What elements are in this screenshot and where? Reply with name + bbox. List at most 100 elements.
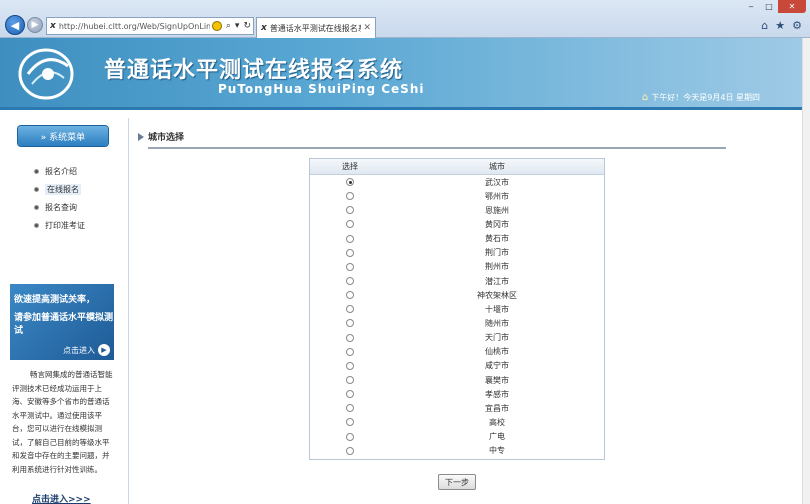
city-radio[interactable] xyxy=(346,277,354,286)
greeting: ⌂ 下午好！今天是9月4日 星期四 xyxy=(642,92,760,103)
radio-cell xyxy=(310,404,390,413)
city-radio[interactable] xyxy=(346,418,354,427)
table-row[interactable]: 宜昌市 xyxy=(310,401,604,415)
city-name: 黄冈市 xyxy=(485,219,509,229)
radio-cell xyxy=(310,361,390,370)
city-name: 恩施州 xyxy=(485,205,509,215)
browser-chrome: ◀ ▶ ⅹ http://hubei.cltt.org/Web/SignUpOn… xyxy=(0,0,810,38)
next-step-button[interactable]: 下一步 xyxy=(438,474,476,490)
table-row[interactable]: 广电 xyxy=(310,430,604,444)
security-icon[interactable] xyxy=(211,21,222,31)
table-row[interactable]: 武汉市 xyxy=(310,175,604,189)
home-icon[interactable]: ⌂ xyxy=(761,19,768,32)
city-name: 宜昌市 xyxy=(485,403,509,413)
tab-close-icon[interactable]: ✕ xyxy=(363,23,371,33)
table-row[interactable]: 恩施州 xyxy=(310,203,604,217)
table-row[interactable]: 十堰市 xyxy=(310,302,604,316)
table-row[interactable]: 孝感市 xyxy=(310,387,604,401)
city-radio[interactable] xyxy=(346,234,354,243)
sidebar-item-intro[interactable]: 报名介绍 xyxy=(34,162,85,180)
menu-header: » 系统菜单 xyxy=(18,126,108,146)
address-url[interactable]: http://hubei.cltt.org/Web/SignUpOnLine/S… xyxy=(59,22,210,31)
radio-cell xyxy=(310,277,390,286)
city-name: 荆州市 xyxy=(485,262,509,272)
city-radio[interactable] xyxy=(346,361,354,370)
table-row[interactable]: 潜江市 xyxy=(310,274,604,288)
section-title: 城市选择 xyxy=(148,133,185,143)
sidebar-description: 畅言网集成的普通话智能评测技术已经成功运用于上海、安徽等多个省市的普通话水平测试… xyxy=(12,370,113,474)
table-row[interactable]: 神农架林区 xyxy=(310,288,604,302)
promo-line-2: 请参加普通话水平模拟测试 xyxy=(14,313,114,336)
table-row[interactable]: 咸宁市 xyxy=(310,359,604,373)
city-radio[interactable] xyxy=(346,404,354,413)
table-row[interactable]: 荆州市 xyxy=(310,260,604,274)
radio-cell xyxy=(310,432,390,441)
table-row[interactable]: 仙桃市 xyxy=(310,345,604,359)
city-radio[interactable] xyxy=(346,347,354,356)
city-radio[interactable] xyxy=(346,291,354,300)
table-row[interactable]: 高校 xyxy=(310,415,604,429)
maximize-button[interactable]: □ xyxy=(760,0,778,13)
city-name: 广电 xyxy=(489,432,505,442)
city-radio[interactable] xyxy=(346,248,354,257)
favorites-star-icon[interactable]: ★ xyxy=(775,19,785,32)
close-window-button[interactable]: ✕ xyxy=(778,0,806,13)
back-button[interactable]: ◀ xyxy=(5,15,25,35)
city-radio[interactable] xyxy=(346,432,354,441)
bullet-icon xyxy=(34,204,39,210)
page-scrollbar[interactable] xyxy=(802,38,810,504)
mock-test-banner[interactable]: 欲速提高测试关率， 请参加普通话水平模拟测试 点击进入 ▶ xyxy=(10,284,114,360)
city-name: 随州市 xyxy=(485,318,509,328)
table-row[interactable]: 荆门市 xyxy=(310,246,604,260)
city-radio[interactable] xyxy=(346,192,354,201)
sidebar-item-query[interactable]: 报名查询 xyxy=(34,198,85,216)
settings-gear-icon[interactable]: ⚙ xyxy=(792,19,802,32)
table-row[interactable]: 黄冈市 xyxy=(310,217,604,231)
city-name: 咸宁市 xyxy=(485,361,509,371)
city-name: 武汉市 xyxy=(485,177,509,187)
forward-button[interactable]: ▶ xyxy=(27,17,43,33)
table-row[interactable]: 随州市 xyxy=(310,316,604,330)
table-row[interactable]: 鄂州市 xyxy=(310,189,604,203)
sidebar-item-print-ticket[interactable]: 打印准考证 xyxy=(34,216,85,234)
radio-cell xyxy=(310,376,390,385)
site-logo-icon xyxy=(18,48,74,100)
table-row[interactable]: 天门市 xyxy=(310,331,604,345)
radio-cell xyxy=(310,418,390,427)
minimize-button[interactable]: ‒ xyxy=(742,0,760,13)
city-radio[interactable] xyxy=(346,319,354,328)
site-favicon-icon: ⅹ xyxy=(50,21,56,31)
dropdown-icon[interactable]: ▾ xyxy=(235,21,240,31)
table-row[interactable]: 中专 xyxy=(310,444,604,458)
city-radio[interactable] xyxy=(346,446,354,455)
greeting-text: 下午好！今天是9月4日 星期四 xyxy=(651,93,760,102)
search-icon[interactable]: ⌕ xyxy=(226,21,231,31)
city-radio[interactable] xyxy=(346,206,354,215)
sidebar-item-label: 报名介绍 xyxy=(45,166,77,176)
enter-more-link[interactable]: 点击进入>>> xyxy=(32,492,91,504)
browser-tab[interactable]: ⅹ 普通话水平测试在线报名系... ✕ xyxy=(256,17,376,38)
radio-cell xyxy=(310,178,390,187)
city-radio[interactable] xyxy=(346,305,354,314)
city-radio[interactable] xyxy=(346,178,354,187)
radio-cell xyxy=(310,248,390,257)
city-name: 襄樊市 xyxy=(485,375,509,385)
refresh-icon[interactable]: ↻ xyxy=(243,21,251,31)
city-radio[interactable] xyxy=(346,390,354,399)
city-radio[interactable] xyxy=(346,376,354,385)
city-name: 鄂州市 xyxy=(485,191,509,201)
city-radio[interactable] xyxy=(346,220,354,229)
city-radio[interactable] xyxy=(346,262,354,271)
radio-cell xyxy=(310,291,390,300)
site-subtitle: PuTongHua ShuiPing CeShi xyxy=(218,82,425,96)
city-name: 孝感市 xyxy=(485,389,509,399)
radio-cell xyxy=(310,446,390,455)
promo-enter-link[interactable]: 点击进入 ▶ xyxy=(63,344,110,356)
city-radio[interactable] xyxy=(346,333,354,342)
table-row[interactable]: 襄樊市 xyxy=(310,373,604,387)
table-row[interactable]: 黄石市 xyxy=(310,232,604,246)
sidebar-item-signup[interactable]: 在线报名 xyxy=(34,180,85,198)
site-title: 普通话水平测试在线报名系统 xyxy=(104,58,404,83)
address-bar[interactable]: ⅹ http://hubei.cltt.org/Web/SignUpOnLine… xyxy=(46,17,254,35)
sidebar-item-label: 在线报名 xyxy=(45,183,81,195)
